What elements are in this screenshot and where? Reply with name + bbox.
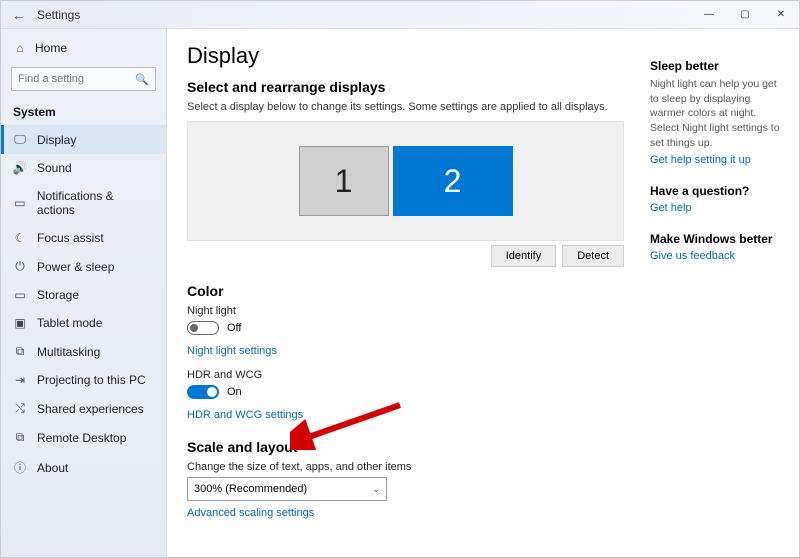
shared-icon: ⤭ (13, 401, 27, 416)
section-label: System (1, 101, 166, 125)
sidebar-item-multitasking[interactable]: ⧉ Multitasking (1, 337, 166, 366)
tablet-icon: ▣ (13, 316, 27, 330)
display-icon: 🖵 (13, 132, 27, 147)
hdr-label: HDR and WCG (187, 369, 624, 381)
sidebar-item-label: Storage (37, 288, 79, 302)
sidebar-item-label: Projecting to this PC (37, 373, 146, 387)
page-title: Display (187, 43, 624, 69)
night-light-settings-link[interactable]: Night light settings (187, 345, 277, 357)
scale-select[interactable]: 300% (Recommended) ⌄ (187, 477, 387, 501)
detect-button[interactable]: Detect (562, 245, 624, 267)
sidebar-item-sound[interactable]: 🔊 Sound (1, 154, 166, 182)
sidebar-item-power[interactable]: ⏻ Power & sleep (1, 252, 166, 281)
sidebar-item-label: Display (37, 133, 76, 147)
main-content: Display Select and rearrange displays Se… (167, 29, 644, 557)
sound-icon: 🔊 (13, 161, 27, 175)
home-icon: ⌂ (13, 41, 27, 55)
sidebar-item-label: Tablet mode (37, 316, 102, 330)
sidebar-item-label: About (37, 461, 68, 475)
hdr-settings-link[interactable]: HDR and WCG settings (187, 409, 303, 421)
sidebar-item-tablet[interactable]: ▣ Tablet mode (1, 309, 166, 337)
feedback-link[interactable]: Give us feedback (650, 250, 785, 262)
window-title: Settings (37, 8, 691, 22)
monitor-2[interactable]: 2 (393, 146, 513, 216)
sleep-better-head: Sleep better (650, 59, 785, 73)
scale-head: Scale and layout (187, 439, 624, 455)
search-placeholder: Find a setting (18, 73, 84, 85)
chevron-down-icon: ⌄ (372, 484, 380, 495)
back-button[interactable]: ← (1, 7, 37, 23)
question-head: Have a question? (650, 184, 785, 198)
close-button[interactable]: ✕ (763, 1, 799, 29)
sidebar-item-label: Focus assist (37, 231, 104, 245)
minimize-button[interactable]: — (691, 1, 727, 29)
rearrange-desc: Select a display below to change its set… (187, 101, 624, 113)
feedback-head: Make Windows better (650, 232, 785, 246)
sidebar-item-label: Notifications & actions (37, 189, 154, 217)
sidebar-item-label: Remote Desktop (37, 431, 126, 445)
sidebar-item-label: Sound (37, 161, 72, 175)
monitor-1[interactable]: 1 (299, 146, 389, 216)
sidebar-item-label: Shared experiences (37, 402, 144, 416)
right-pane: Sleep better Night light can help you ge… (644, 29, 799, 557)
search-icon: 🔍 (135, 73, 149, 86)
identify-button[interactable]: Identify (491, 245, 556, 267)
sidebar-item-label: Power & sleep (37, 260, 114, 274)
scale-label: Change the size of text, apps, and other… (187, 461, 624, 473)
color-head: Color (187, 283, 624, 299)
scale-value: 300% (Recommended) (194, 483, 307, 495)
rearrange-head: Select and rearrange displays (187, 79, 624, 95)
focus-icon: ☾ (13, 231, 27, 245)
notifications-icon: ▭ (13, 196, 27, 210)
remote-icon: ⧉ (13, 430, 27, 445)
home-label: Home (35, 41, 67, 55)
about-icon: ⓘ (13, 459, 27, 476)
power-icon: ⏻ (13, 259, 27, 274)
search-input[interactable]: Find a setting 🔍 (11, 67, 156, 91)
sleep-better-link[interactable]: Get help setting it up (650, 154, 785, 166)
title-bar: ← Settings — ▢ ✕ (1, 1, 799, 29)
storage-icon: ▭ (13, 288, 27, 302)
sidebar-item-label: Multitasking (37, 345, 100, 359)
sidebar-item-shared[interactable]: ⤭ Shared experiences (1, 394, 166, 423)
home-nav[interactable]: ⌂ Home (1, 35, 166, 61)
sidebar: ⌂ Home Find a setting 🔍 System 🖵Display … (1, 29, 167, 557)
sidebar-item-notifications[interactable]: ▭ Notifications & actions (1, 182, 166, 224)
sidebar-item-focus-assist[interactable]: ☾ Focus assist (1, 224, 166, 252)
get-help-link[interactable]: Get help (650, 202, 785, 214)
hdr-state: On (227, 386, 242, 398)
sidebar-item-display[interactable]: 🖵 Display (1, 125, 166, 154)
sidebar-item-remote[interactable]: ⧉ Remote Desktop (1, 423, 166, 452)
projecting-icon: ⇥ (13, 373, 27, 387)
multitasking-icon: ⧉ (13, 344, 27, 359)
night-light-label: Night light (187, 305, 624, 317)
night-light-toggle[interactable] (187, 321, 219, 335)
night-light-state: Off (227, 322, 241, 334)
hdr-toggle[interactable] (187, 385, 219, 399)
sidebar-item-projecting[interactable]: ⇥ Projecting to this PC (1, 366, 166, 394)
sidebar-item-storage[interactable]: ▭ Storage (1, 281, 166, 309)
maximize-button[interactable]: ▢ (727, 1, 763, 29)
sleep-better-text: Night light can help you get to sleep by… (650, 77, 785, 150)
display-arrangement[interactable]: 1 2 (187, 121, 624, 241)
sidebar-item-about[interactable]: ⓘ About (1, 452, 166, 483)
advanced-scaling-link[interactable]: Advanced scaling settings (187, 507, 314, 519)
